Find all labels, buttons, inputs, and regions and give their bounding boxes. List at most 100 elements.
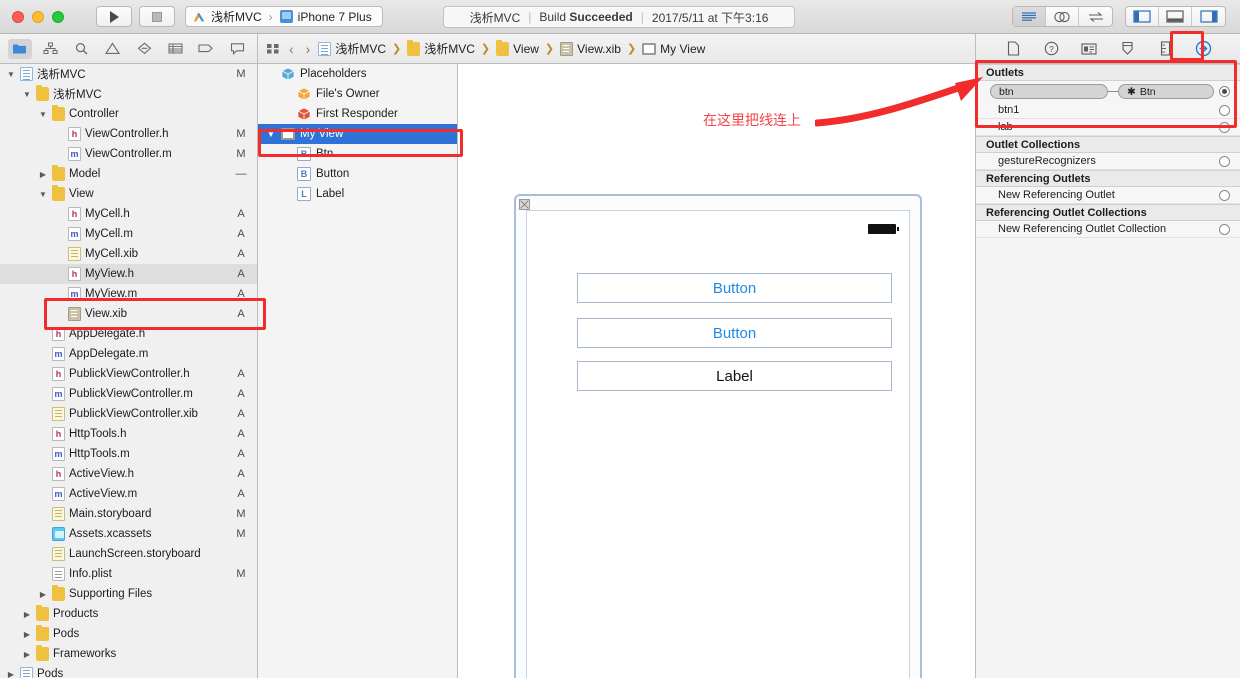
disclosure-triangle-icon[interactable]: ▼: [22, 90, 32, 99]
related-items-icon[interactable]: [266, 42, 281, 55]
inspector-connection-row[interactable]: btn1: [976, 102, 1240, 119]
issue-navigator-tab[interactable]: [101, 39, 125, 59]
minimize-window-button[interactable]: [32, 10, 44, 23]
file-tree-row[interactable]: ▶ Products: [0, 604, 257, 624]
file-tree-row[interactable]: h AppDelegate.h: [0, 324, 257, 344]
connections-inspector[interactable]: Outlets btn ✱ Btn btn1 lab Outlet Collections g…: [975, 64, 1240, 678]
outline-row[interactable]: Placeholders: [258, 64, 457, 84]
inspector-connection-row[interactable]: lab: [976, 119, 1240, 136]
file-tree-row[interactable]: View.xib A: [0, 304, 257, 324]
disclosure-triangle-icon[interactable]: ▼: [38, 110, 48, 119]
file-tree-row[interactable]: ▶ Supporting Files: [0, 584, 257, 604]
scheme-selector[interactable]: 浅析MVC › iPhone 7 Plus: [185, 6, 383, 27]
my-view-canvas-frame[interactable]: Button Button Label: [514, 194, 922, 678]
report-navigator-tab[interactable]: [225, 39, 249, 59]
file-tree-row[interactable]: Info.plist M: [0, 564, 257, 584]
toggle-utilities-button[interactable]: [1192, 7, 1225, 26]
disclosure-triangle-icon[interactable]: ▼: [6, 70, 16, 79]
inspector-connection-row[interactable]: New Referencing Outlet Collection: [976, 221, 1240, 238]
breadcrumb-item-view-folder[interactable]: View ❯: [496, 39, 556, 56]
file-tree-row[interactable]: m PublickViewController.m A: [0, 384, 257, 404]
file-tree-row[interactable]: ▼ 浅析MVC: [0, 84, 257, 104]
outlet-name-pill[interactable]: btn: [990, 84, 1108, 99]
find-navigator-tab[interactable]: [70, 39, 94, 59]
zoom-window-button[interactable]: [52, 10, 64, 23]
project-navigator[interactable]: ▼ 浅析MVC M ▼ 浅析MVC ▼ Controller h ViewController.…: [0, 64, 258, 678]
my-view-content[interactable]: Button Button Label: [526, 210, 910, 678]
outline-row[interactable]: L Label: [258, 184, 457, 204]
disclosure-triangle-icon[interactable]: ▶: [38, 590, 48, 599]
breadcrumb-item-project[interactable]: 浅析MVC ❯: [318, 40, 403, 57]
connection-dot[interactable]: [1219, 121, 1230, 133]
file-tree-row[interactable]: ▶ Pods: [0, 664, 257, 678]
file-tree-row[interactable]: h HttpTools.h A: [0, 424, 257, 444]
file-tree-row[interactable]: h PublickViewController.h A: [0, 364, 257, 384]
breadcrumb-item-my-view[interactable]: My View: [642, 42, 705, 56]
debug-navigator-tab[interactable]: [163, 39, 187, 59]
file-tree-row[interactable]: m AppDelegate.m: [0, 344, 257, 364]
connection-dot[interactable]: [1219, 223, 1230, 235]
disclosure-triangle-icon[interactable]: ▶: [38, 170, 48, 179]
outline-row[interactable]: ▼ My View: [258, 124, 457, 144]
disclosure-triangle-icon[interactable]: ▼: [266, 130, 276, 139]
interface-builder-canvas[interactable]: Button Button Label: [458, 64, 975, 678]
disclosure-triangle-icon[interactable]: ▼: [38, 190, 48, 199]
breadcrumb-item-xib[interactable]: View.xib ❯: [560, 41, 638, 56]
disclosure-triangle-icon[interactable]: ▶: [22, 630, 32, 639]
disclosure-triangle-icon[interactable]: ▶: [6, 670, 16, 678]
outlet-connection-row[interactable]: btn ✱ Btn: [976, 81, 1240, 102]
attributes-inspector-tab[interactable]: [1117, 39, 1137, 59]
outline-row[interactable]: File's Owner: [258, 84, 457, 104]
canvas-label[interactable]: Label: [577, 361, 892, 391]
version-editor-button[interactable]: [1079, 7, 1112, 26]
file-tree-row[interactable]: PublickViewController.xib A: [0, 404, 257, 424]
file-tree-row[interactable]: ▶ Model —: [0, 164, 257, 184]
file-tree-row[interactable]: m MyView.m A: [0, 284, 257, 304]
file-tree-row[interactable]: m ViewController.m M: [0, 144, 257, 164]
test-navigator-tab[interactable]: [132, 39, 156, 59]
file-tree-row[interactable]: m HttpTools.m A: [0, 444, 257, 464]
source-control-navigator-tab[interactable]: [39, 39, 63, 59]
file-tree-row[interactable]: ▶ Pods: [0, 624, 257, 644]
connection-dot[interactable]: [1219, 86, 1230, 97]
canvas-button-button[interactable]: Button: [577, 318, 892, 348]
file-tree-row[interactable]: Main.storyboard M: [0, 504, 257, 524]
activity-status-bar[interactable]: 浅析MVC | Build Succeeded | 2017/5/11 at 下…: [443, 6, 795, 28]
size-inspector-tab[interactable]: [1155, 39, 1175, 59]
disclosure-triangle-icon[interactable]: ▶: [22, 610, 32, 619]
file-tree-row[interactable]: h MyCell.h A: [0, 204, 257, 224]
canvas-button-btn[interactable]: Button: [577, 273, 892, 303]
file-tree-row[interactable]: m MyCell.m A: [0, 224, 257, 244]
toggle-debug-area-button[interactable]: [1159, 7, 1192, 26]
toggle-navigator-button[interactable]: [1126, 7, 1159, 26]
outline-row[interactable]: B Btn: [258, 144, 457, 164]
disclosure-triangle-icon[interactable]: ▶: [22, 650, 32, 659]
inspector-connection-row[interactable]: New Referencing Outlet: [976, 187, 1240, 204]
connection-dot[interactable]: [1219, 104, 1230, 116]
run-button[interactable]: [96, 6, 132, 27]
breakpoint-navigator-tab[interactable]: [194, 39, 218, 59]
file-tree-row[interactable]: ▼ View: [0, 184, 257, 204]
connection-dot[interactable]: [1219, 155, 1230, 167]
connections-inspector-tab[interactable]: [1193, 39, 1213, 59]
file-tree-row[interactable]: Assets.xcassets M: [0, 524, 257, 544]
connection-dot[interactable]: [1219, 189, 1230, 201]
quick-help-inspector-tab[interactable]: ?: [1041, 39, 1061, 59]
jump-forward-button[interactable]: ›: [302, 41, 315, 57]
project-navigator-tab[interactable]: [7, 38, 32, 59]
file-tree-row[interactable]: LaunchScreen.storyboard: [0, 544, 257, 564]
outline-row[interactable]: First Responder: [258, 104, 457, 124]
file-tree-row[interactable]: h ActiveView.h A: [0, 464, 257, 484]
standard-editor-button[interactable]: [1013, 7, 1046, 26]
close-window-button[interactable]: [12, 10, 24, 23]
identity-inspector-tab[interactable]: [1079, 39, 1099, 59]
assistant-editor-button[interactable]: [1046, 7, 1079, 26]
stop-button[interactable]: [139, 6, 175, 27]
file-inspector-tab[interactable]: [1003, 39, 1023, 59]
file-tree-row[interactable]: ▶ Frameworks: [0, 644, 257, 664]
jump-back-button[interactable]: ‹: [285, 41, 298, 57]
inspector-connection-row[interactable]: gestureRecognizers: [976, 153, 1240, 170]
file-tree-row[interactable]: ▼ Controller: [0, 104, 257, 124]
file-tree-row[interactable]: h MyView.h A: [0, 264, 257, 284]
outline-row[interactable]: B Button: [258, 164, 457, 184]
